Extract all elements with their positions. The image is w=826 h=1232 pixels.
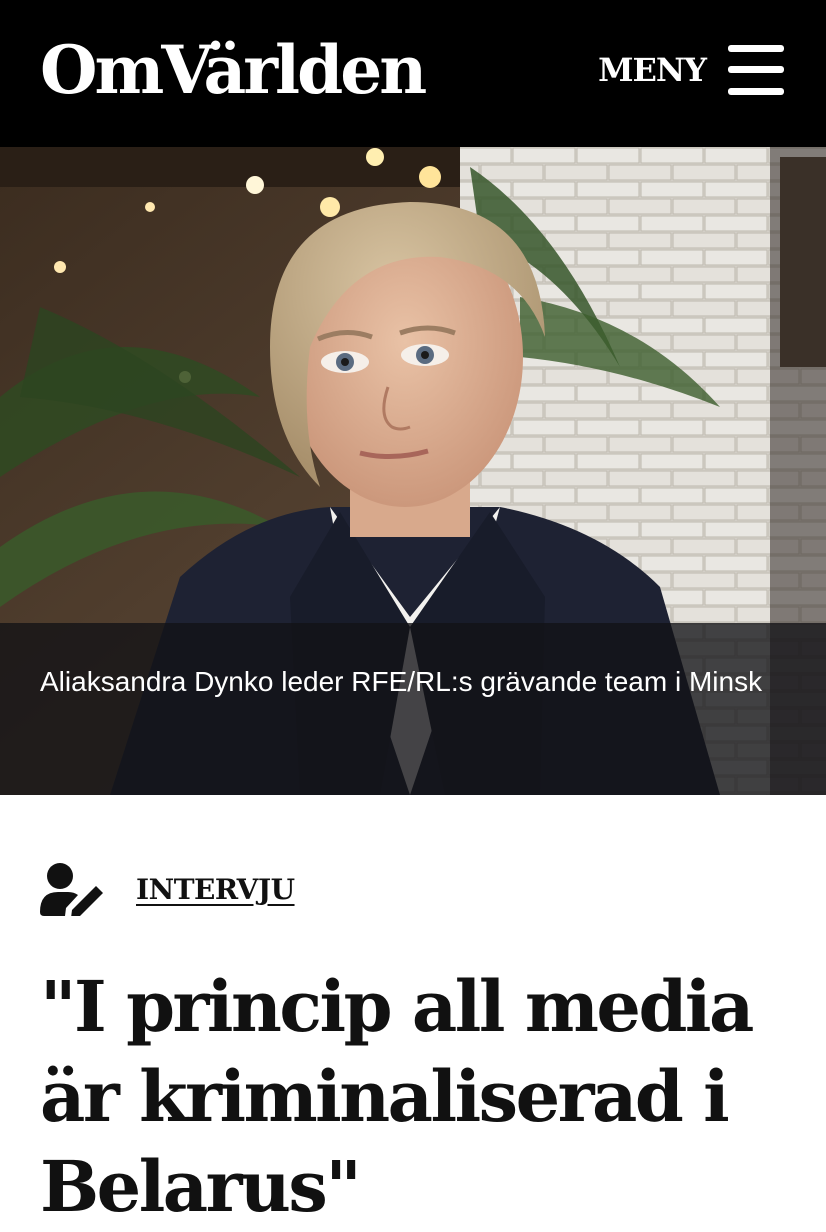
menu-button[interactable]: MENY [598, 40, 784, 100]
image-caption: Aliaksandra Dynko leder RFE/RL:s grävand… [40, 666, 763, 697]
article-headline: "I princip all media är kriminaliserad i… [40, 965, 754, 1228]
menu-label: MENY [598, 51, 707, 89]
user-edit-icon [40, 863, 103, 916]
site-header: OmVärlden MENY [0, 0, 826, 147]
hamburger-icon [728, 45, 784, 95]
caption-bar: Aliaksandra Dynko leder RFE/RL:s grävand… [0, 623, 826, 795]
category-link[interactable]: INTERVJU [136, 873, 295, 906]
site-logo[interactable]: OmVärlden [40, 30, 427, 110]
article-category: INTERVJU [40, 862, 295, 916]
hero-image: Aliaksandra Dynko leder RFE/RL:s grävand… [0, 147, 826, 795]
